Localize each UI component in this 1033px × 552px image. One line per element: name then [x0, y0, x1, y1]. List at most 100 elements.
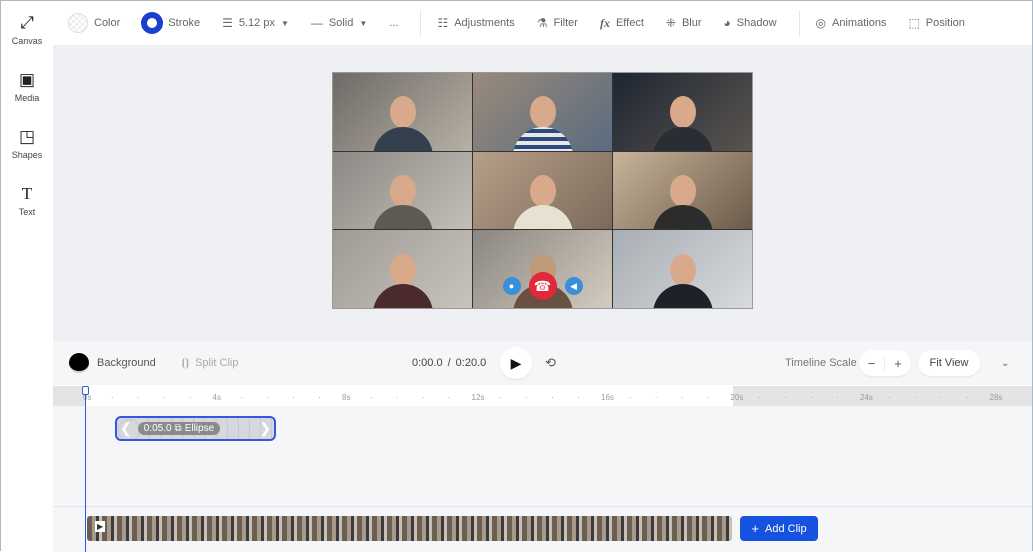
zoom-in-button[interactable]: +	[885, 356, 911, 371]
clip-handle-right[interactable]: ❯	[259, 420, 271, 437]
ruler-minor-tick: ·	[939, 393, 943, 402]
add-clip-button[interactable]: + Add Clip	[740, 516, 818, 541]
clip-handle-left[interactable]: ❮	[120, 420, 132, 437]
position-icon: ⬚	[908, 16, 920, 30]
ruler-minor-tick: ·	[318, 393, 321, 402]
text-icon: T	[21, 183, 33, 203]
stroke-width-dropdown[interactable]: ☰ 5.12 px ▼	[222, 16, 289, 30]
shape-icon: ⧉	[174, 423, 182, 434]
expand-icon: ⤢	[20, 12, 34, 32]
media-track: ▶ + Add Clip	[53, 506, 1032, 552]
ruler-minor-tick: ·	[758, 393, 762, 402]
shapes-icon: ◳	[18, 126, 36, 146]
video-tile	[333, 73, 472, 151]
split-icon: ⦗⦘	[181, 356, 190, 369]
play-button[interactable]: ▶	[500, 347, 532, 379]
ruler-minor-tick: ·	[654, 393, 658, 402]
ruler-minor-tick: ·	[887, 393, 891, 402]
color-swatch-icon	[68, 13, 88, 33]
ellipse-clip[interactable]: ❮ 0:05.0 ⧉ Ellipse ❯	[115, 416, 276, 441]
video-clip-filmstrip[interactable]: ▶	[87, 516, 732, 541]
sidebar: ⤢ Canvas ▣ Media ◳ Shapes T Text	[1, 1, 53, 552]
ruler-minor-tick: ·	[680, 393, 684, 402]
loop-button[interactable]: ⟲	[545, 355, 556, 371]
ruler-minor-tick: ·	[110, 393, 114, 402]
sidebar-item-media[interactable]: ▣ Media	[1, 58, 53, 115]
loop-icon: ⟲	[545, 355, 556, 370]
ruler-minor-tick: ·	[421, 393, 425, 402]
timeline-ruler[interactable]: 0s · · · · 4s · · · · 8s · · · · 12s · · · · 16s · · · · 20s · · · · 2…	[53, 386, 1032, 406]
split-clip-button[interactable]: ⦗⦘ Split Clip	[182, 357, 239, 370]
color-button[interactable]: Color	[68, 13, 120, 33]
ruler-minor-tick: ·	[577, 393, 580, 402]
clip-label: 0:05.0 ⧉ Ellipse	[137, 422, 221, 435]
ruler-minor-tick: ·	[395, 393, 399, 402]
line-weight-icon: ☰	[222, 16, 233, 30]
play-icon: ▶	[510, 354, 522, 371]
ruler-minor-tick: ·	[188, 393, 192, 402]
blur-icon: ⁜	[665, 16, 676, 30]
sidebar-item-canvas[interactable]: ⤢ Canvas	[1, 1, 53, 58]
speaker-icon: ◀	[564, 277, 583, 295]
ruler-tick-label: 20s	[730, 393, 744, 402]
video-tile	[613, 73, 752, 151]
ruler-minor-tick: ·	[136, 393, 140, 402]
ruler-minor-tick: ·	[628, 393, 632, 402]
timeline-scale-controls: − +	[859, 350, 911, 376]
ruler-minor-tick: ·	[499, 393, 503, 402]
animations-button[interactable]: ◎ Animations	[816, 16, 887, 30]
playhead-handle[interactable]	[82, 386, 89, 395]
zoom-out-button[interactable]: −	[859, 355, 885, 371]
background-button[interactable]: Background	[69, 353, 156, 373]
animation-icon: ◎	[815, 16, 827, 30]
stroke-button[interactable]: Stroke	[142, 13, 200, 33]
line-style-icon: —	[310, 16, 323, 30]
sidebar-item-shapes[interactable]: ◳ Shapes	[1, 115, 53, 172]
dropdown-arrow-icon: ▼	[359, 18, 368, 28]
media-icon: ▣	[18, 69, 36, 89]
mic-icon: ●	[502, 277, 521, 295]
stroke-swatch-icon	[142, 13, 163, 33]
video-tile	[473, 73, 612, 151]
shadow-button[interactable]: ◕ Shadow	[724, 16, 777, 30]
shadow-icon: ◕	[723, 16, 731, 30]
ruler-minor-tick: ·	[292, 393, 295, 402]
sliders-icon: ☷	[437, 16, 449, 30]
ruler-tick-label: 8s	[342, 393, 351, 402]
sidebar-item-text[interactable]: T Text	[1, 172, 53, 229]
ruler-minor-tick: ·	[836, 393, 839, 402]
ruler-tick-label: 28s	[989, 393, 1003, 402]
time-display: 0:00.0/0:20.0	[412, 357, 487, 369]
ruler-tick-label: 12s	[471, 393, 485, 402]
ruler-minor-tick: ·	[913, 393, 917, 402]
video-tile	[333, 151, 472, 230]
ruler-minor-tick: ·	[369, 393, 373, 402]
blur-button[interactable]: ⁜ Blur	[666, 16, 702, 30]
ruler-minor-tick: ·	[810, 393, 813, 402]
position-button[interactable]: ⬚ Position	[908, 16, 964, 30]
stroke-style-dropdown[interactable]: — Solid ▼	[311, 16, 367, 30]
fit-view-button[interactable]: Fit View	[918, 350, 980, 376]
video-icon: ▶	[95, 521, 106, 532]
adjustments-button[interactable]: ☷ Adjustments	[437, 16, 514, 30]
video-preview[interactable]: ● ☎ ◀	[332, 72, 753, 309]
hangup-icon: ☎	[528, 272, 557, 300]
video-tile	[613, 151, 752, 230]
call-controls: ● ☎ ◀	[333, 272, 752, 300]
filter-button[interactable]: ⚗ Filter	[537, 16, 578, 30]
timeline-active-range	[85, 386, 733, 406]
more-options-button[interactable]: ...	[389, 17, 398, 29]
ruler-minor-tick: ·	[551, 393, 554, 402]
timeline-scale-label: Timeline Scale	[785, 357, 857, 369]
collapse-chevron-icon[interactable]: ⌄	[1001, 358, 1009, 369]
plus-icon: +	[751, 521, 759, 536]
fx-icon: fx	[599, 15, 610, 30]
ruler-minor-tick: ·	[965, 393, 969, 402]
ruler-minor-tick: ·	[240, 393, 244, 402]
playhead[interactable]	[82, 386, 89, 552]
ruler-minor-tick: ·	[447, 393, 451, 402]
timeline-controls: Background ⦗⦘ Split Clip 0:00.0/0:20.0 ▶ …	[53, 341, 1032, 385]
dropdown-arrow-icon: ▼	[280, 18, 289, 28]
effect-button[interactable]: fx Effect	[600, 16, 644, 31]
ruler-tick-label: 24s	[860, 393, 873, 402]
